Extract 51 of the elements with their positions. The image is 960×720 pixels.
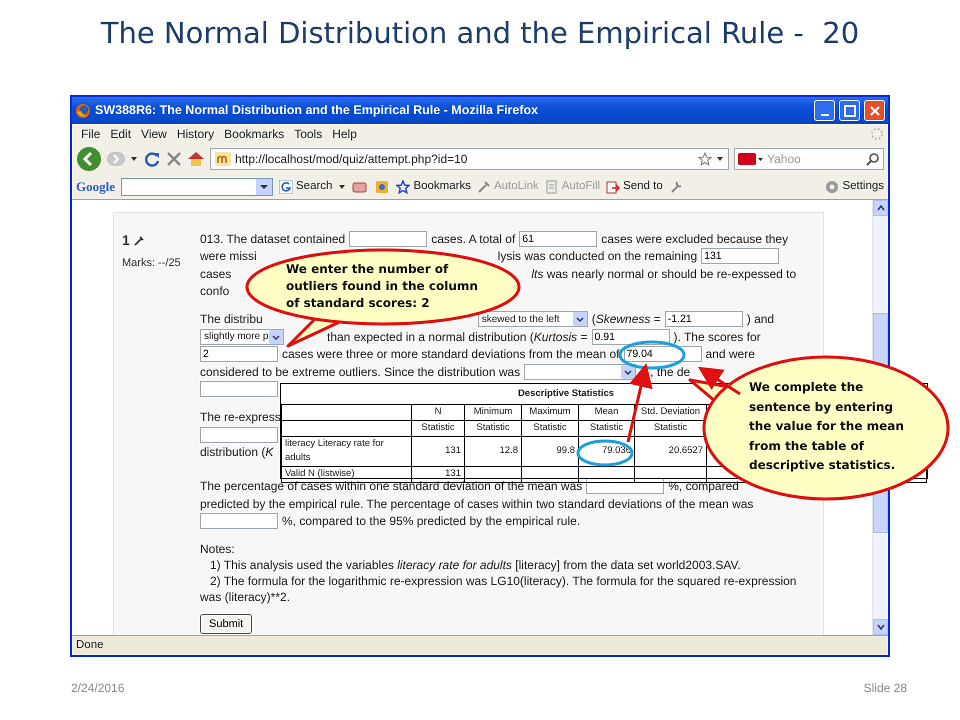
question-text: lts was nearly normal or should be re-expessed to [531,266,796,283]
table-cell: Valid N (listwise) [282,466,412,482]
window-title: SW388R6: The Normal Distribution and the Empirical Rule - Mozilla Firefox [95,102,540,120]
table-cell: 99.8 [522,436,578,466]
question-text: ). The scores for [674,328,761,346]
toolbar-item: AutoFill [544,178,600,196]
table-cell: Maximum [522,404,578,420]
slide-title: The Normal Distribution and the Empirical Rule - 20 [100,16,860,50]
table-cell: Statistic [522,420,578,436]
toolbar-item: AutoLink [476,178,539,196]
table-cell: 12.8 [464,436,522,466]
url-text: http://localhost/mod/quiz/attempt.php?id=10 [235,151,468,168]
question-text: %, compared to the 95% predicted by the empirical rule. [282,513,580,530]
question-text: than expected in a normal distribution (Kurtosis = [327,328,588,346]
question-text: The re-express [200,409,281,426]
callout-text: We enter the number of outliers found in the column of standard scores: 2 [286,261,479,312]
toolbar-logo: Google [76,178,115,196]
table-cell: Mean [578,404,634,420]
slide-number: Slide 28 [864,680,907,697]
question-text: cases [200,266,232,283]
question-text: , the de [650,364,690,381]
question-text: 013. The dataset contained [200,230,346,248]
table-cell: Statistic [464,420,522,436]
question-number: 1 [122,231,130,250]
status-text: Done [76,638,104,653]
table-cell: Statistic [412,420,464,436]
table-cell: N [412,404,464,420]
table-cell: Statistic [578,420,634,436]
question-text: The distribu [200,311,263,328]
note-text: 2) The formula for the logarithmic re-expression was LG10(literacy). The formula for the squared re-expression was (literacy)**2. [200,572,798,604]
question-text: cases. A total of [431,230,516,248]
marks-label: Marks: --/25 [122,256,182,271]
question-text: distribution (K [200,444,274,462]
question-text: lysis was conducted on the remaining [498,248,698,266]
note-text: 1) This analysis used the variables literacy rate for adults [literacy] from the data set world2003.SAV. [209,556,742,572]
table-cell: 131 [412,436,464,466]
slide-date: 2/24/2016 [71,680,124,697]
table-cell: literacy Literacy rate for adults [282,436,412,466]
question-text: cases were excluded because they [601,230,788,248]
question-text: considered to be extreme outliers. Since the distribution was [200,364,520,381]
question-text: were missi [200,248,257,266]
note-text: Notes: [200,540,236,556]
question-text: confo [200,283,230,300]
question-text: and were [706,346,755,364]
table-cell: Minimum [464,404,522,420]
question-text: (Skewness = [592,311,661,328]
callout-text: We complete the sentence by entering the value for the mean from the table of descriptive statistics. [749,379,905,474]
question-text: ) and [746,311,774,328]
table-cell: 131 [412,466,464,482]
table-title: Descriptive Statistics [518,388,614,399]
question-text: predicted by the empirical rule. The percentage of cases within two standard deviations of the mean was [200,496,754,513]
